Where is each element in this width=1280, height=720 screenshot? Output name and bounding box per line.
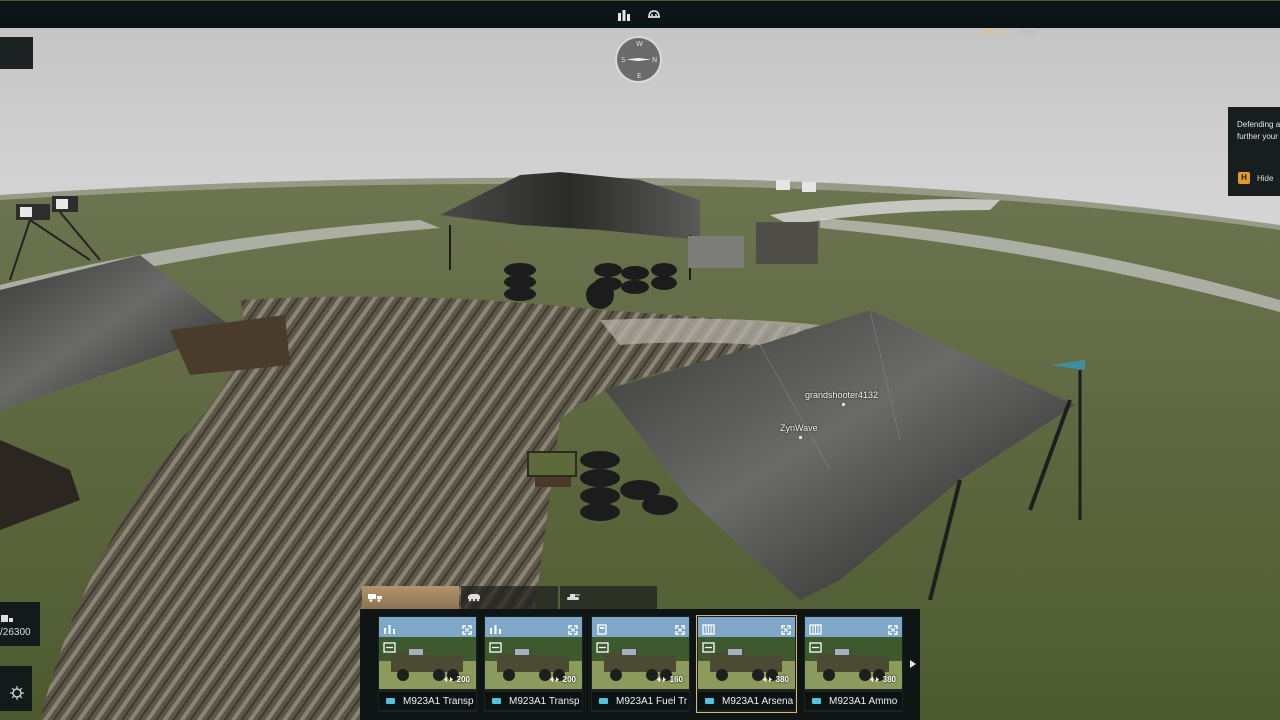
chevron-right-icon[interactable] [910, 660, 916, 668]
notification-text: Defending a further your [1237, 119, 1280, 143]
seat-icon [489, 640, 502, 653]
vehicle-cost: 380 [762, 675, 789, 684]
vehicle-name: M923A1 Transport [403, 696, 474, 707]
compass-north: N [652, 56, 658, 64]
compass-south: S [621, 56, 626, 64]
ticket-icon [443, 677, 453, 682]
seat-icon [596, 640, 609, 653]
faction-icon [705, 698, 714, 704]
seat-icon [383, 640, 396, 653]
vehicle-name: M923A1 Arsenal [722, 696, 793, 707]
expand-icon[interactable] [675, 622, 685, 635]
vehicle-spawn-panel: 200 M923A1 Transport 200 M923A1 Transport 16… [360, 609, 920, 720]
truck-icon [368, 594, 382, 602]
troops-icon [383, 622, 396, 634]
vehicle-cost: 200 [549, 675, 576, 684]
vehicle-name: M923A1 Ammo [829, 696, 898, 707]
crate-icon [702, 622, 715, 635]
vehicle-cost: 200 [443, 675, 470, 684]
net-stats: 109 ms 63 fps [980, 29, 1038, 36]
player-tag: ZynWave [780, 423, 818, 439]
ping-readout: 109 ms [980, 29, 1003, 36]
vehicle-card[interactable]: 200 M923A1 Transport [378, 616, 477, 712]
vehicle-cost-value: 380 [775, 675, 789, 684]
cog-icon[interactable] [10, 686, 24, 700]
expand-icon[interactable] [888, 622, 898, 635]
ticket-icon [869, 677, 879, 682]
vehicle-cost-value: 200 [562, 675, 576, 684]
ticket-icon [549, 677, 559, 682]
faction-icon [492, 698, 501, 704]
vehicle-cost: 380 [869, 675, 896, 684]
compass-needle-icon [626, 58, 651, 61]
faction-icon [599, 698, 608, 704]
vehicle-card[interactable]: 380 M923A1 Ammo [804, 616, 903, 712]
compass-west: W [636, 40, 643, 48]
vehicle-cost: 160 [656, 675, 683, 684]
tab-trucks[interactable] [362, 586, 459, 610]
seat-icon [809, 640, 822, 653]
resource-panel: /26300 [0, 602, 40, 646]
vehicle-name-bar: M923A1 Arsenal [698, 692, 795, 710]
expand-icon[interactable] [568, 622, 578, 635]
troops-icon [489, 622, 502, 634]
supply-truck-icon [1, 615, 13, 622]
fps-readout: 63 fps [1018, 29, 1039, 36]
settings-panel[interactable] [0, 666, 32, 711]
expand-icon[interactable] [781, 622, 791, 635]
ticket-icon [762, 677, 772, 682]
apc-icon [468, 594, 480, 602]
expand-icon[interactable] [462, 622, 472, 635]
seat-icon [702, 640, 715, 653]
resource-count: /26300 [0, 627, 31, 638]
faction-icon [812, 698, 821, 704]
vehicle-card[interactable]: 380 M923A1 Arsenal [696, 615, 797, 713]
left-info-panel[interactable] [0, 37, 33, 69]
vehicle-name: M923A1 Transport [509, 696, 580, 707]
hide-key-icon[interactable]: H [1238, 172, 1250, 184]
notification-line-1: Defending a [1237, 120, 1280, 129]
vehicle-cost-value: 380 [882, 675, 896, 684]
ticket-icon [656, 677, 666, 682]
vehicle-card[interactable]: 200 M923A1 Transport [484, 616, 583, 712]
faction-icon [386, 698, 395, 704]
compass-east: E [637, 72, 642, 80]
objective-notification: Defending a further your H Hide [1228, 107, 1280, 196]
tab-tanks[interactable] [560, 586, 657, 610]
vehicle-category-tabs [362, 586, 659, 610]
crate-icon [809, 622, 822, 635]
tank-icon [567, 594, 580, 600]
vehicle-name: M923A1 Fuel Truck [616, 696, 687, 707]
vehicle-cost-value: 200 [456, 675, 470, 684]
fuel-icon [596, 622, 609, 635]
helmet-icon[interactable] [647, 8, 661, 22]
vehicle-cost-value: 160 [669, 675, 683, 684]
vehicle-name-bar: M923A1 Fuel Truck [592, 692, 689, 710]
hide-button[interactable]: Hide [1257, 174, 1273, 183]
vehicle-name-bar: M923A1 Transport [379, 692, 476, 710]
compass: W S N E [615, 36, 662, 83]
squad-icon[interactable] [617, 8, 631, 22]
vehicle-card[interactable]: 160 M923A1 Fuel Truck [591, 616, 690, 712]
player-tag: grandshooter4132 [805, 390, 879, 406]
top-bar [0, 0, 1280, 28]
tab-apc[interactable] [461, 586, 558, 610]
vehicle-name-bar: M923A1 Ammo [805, 692, 902, 710]
notification-line-2: further your [1237, 132, 1278, 141]
vehicle-name-bar: M923A1 Transport [485, 692, 582, 710]
